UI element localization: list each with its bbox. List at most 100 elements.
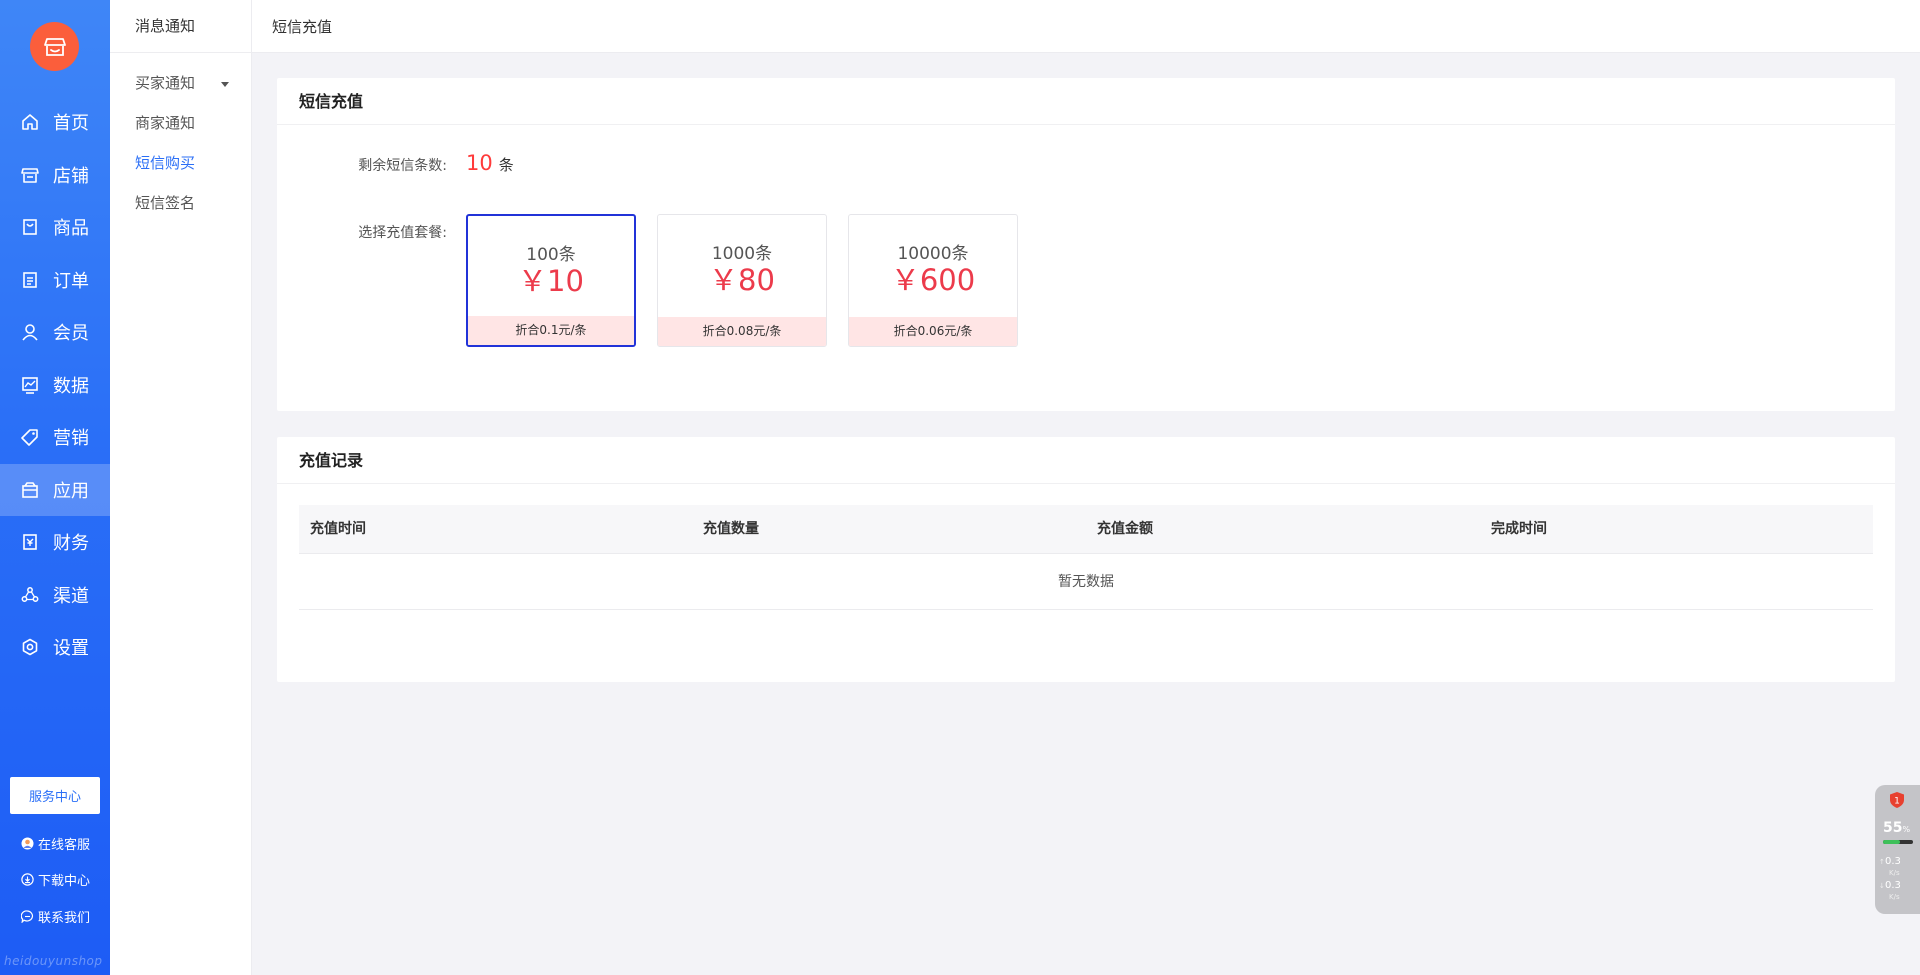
contact-us-label: 联系我们 (38, 911, 91, 926)
subnav-item-label: 短信购买 (135, 154, 196, 172)
brand-watermark: heidouyunshop (4, 954, 103, 968)
package-label: 选择充值套餐: (358, 225, 447, 241)
records-card-title: 充值记录 (277, 437, 1895, 484)
settings-icon (20, 637, 40, 657)
home-icon (20, 112, 40, 132)
network-monitor-widget[interactable]: 1 55% ↑0.3 K/s ↓0.3 K/s (1875, 785, 1920, 914)
nav-item-label: 首页 (53, 113, 89, 135)
nav-item-data[interactable]: 数据 (0, 359, 110, 412)
package-price: ￥10 (518, 264, 584, 298)
upload-speed-unit: K/s (1889, 869, 1900, 877)
store-icon (20, 165, 40, 185)
nav-item-label: 订单 (53, 270, 89, 292)
subnav-title: 消息通知 (110, 0, 251, 53)
data-icon (20, 375, 40, 395)
nav-item-label: 渠道 (53, 585, 89, 607)
subnav-item-sms-purchase[interactable]: 短信购买 (110, 143, 251, 183)
shield-badge: 1 (1894, 797, 1900, 807)
usage-bar-fill (1883, 840, 1900, 844)
order-icon (20, 270, 40, 290)
nav-item-label: 数据 (53, 375, 89, 397)
package-option-10000[interactable]: 10000条 ￥600 折合0.06元/条 (848, 214, 1018, 347)
package-unit-price: 折合0.08元/条 (658, 317, 826, 346)
remain-label: 剩余短信条数: (358, 158, 447, 174)
sms-recharge-card: 短信充值 剩余短信条数: 10 条 选择充值套餐: 100条 ￥10 折合0.1… (277, 78, 1895, 411)
goods-icon (20, 217, 40, 237)
subnav-item-label: 短信签名 (135, 194, 196, 212)
nav-item-order[interactable]: 订单 (0, 254, 110, 307)
package-price: ￥80 (709, 263, 775, 297)
nav-item-label: 营销 (53, 428, 89, 450)
download-center-link[interactable]: 下载中心 (20, 870, 90, 889)
remain-count: 10 (466, 151, 493, 175)
usage-percent-value: 55 (1883, 820, 1903, 836)
nav-item-label: 会员 (53, 323, 89, 345)
main-sidebar: 首页 店铺 商品 订单 会员 数据 营销 应用 财务 渠道 设置 服务中心 在线… (0, 0, 110, 975)
nav-item-finance[interactable]: 财务 (0, 516, 110, 569)
channel-icon (20, 585, 40, 605)
online-service-link[interactable]: 在线客服 (20, 834, 90, 853)
column-header: 充值数量 (703, 521, 759, 537)
main-nav-list: 首页 店铺 商品 订单 会员 数据 营销 应用 财务 渠道 设置 (0, 96, 110, 674)
subnav-item-buyer-notice[interactable]: 买家通知 (110, 63, 251, 103)
upload-speed-value: 0.3 (1885, 856, 1901, 867)
download-speed-unit: K/s (1889, 893, 1900, 901)
nav-item-member[interactable]: 会员 (0, 306, 110, 359)
subnav-item-sms-signature[interactable]: 短信签名 (110, 183, 251, 223)
remain-unit: 条 (498, 156, 514, 174)
subnav-item-label: 商家通知 (135, 114, 196, 132)
avatar-icon (20, 837, 34, 851)
nav-item-label: 店铺 (53, 165, 89, 187)
contact-us-link[interactable]: 联系我们 (20, 907, 90, 926)
store-logo-icon (43, 37, 66, 56)
shop-logo[interactable] (30, 22, 79, 71)
subnav-item-label: 买家通知 (135, 74, 196, 92)
subnav-item-merchant-notice[interactable]: 商家通知 (110, 103, 251, 143)
remain-value-group: 10 条 (466, 151, 514, 175)
nav-item-label: 设置 (53, 638, 89, 660)
tag-icon (20, 427, 40, 447)
download-icon (20, 873, 34, 887)
package-unit-price: 折合0.1元/条 (468, 316, 634, 345)
member-icon (20, 322, 40, 342)
shield-icon: 1 (1890, 792, 1904, 808)
page-header: 短信充值 (252, 0, 1920, 53)
nav-item-label: 应用 (53, 480, 89, 502)
column-header: 充值时间 (310, 521, 366, 537)
package-price: ￥600 (890, 263, 976, 297)
package-option-1000[interactable]: 1000条 ￥80 折合0.08元/条 (657, 214, 827, 347)
nav-item-label: 财务 (53, 533, 89, 555)
recharge-card-title: 短信充值 (277, 78, 1895, 125)
column-header: 完成时间 (1491, 521, 1547, 537)
nav-item-home[interactable]: 首页 (0, 96, 110, 149)
download-center-label: 下载中心 (38, 874, 91, 889)
table-header: 充值时间 充值数量 充值金额 完成时间 (299, 505, 1873, 554)
online-service-label: 在线客服 (38, 838, 91, 853)
usage-bar (1883, 840, 1913, 844)
records-table: 充值时间 充值数量 充值金额 完成时间 暂无数据 (299, 505, 1873, 610)
caret-down-icon (221, 82, 229, 87)
upload-speed: ↑0.3 K/s (1879, 856, 1901, 879)
usage-percent: 55% (1883, 820, 1910, 836)
secondary-sidebar: 消息通知 买家通知 商家通知 短信购买 短信签名 (110, 0, 252, 975)
download-speed: ↓0.3 K/s (1879, 880, 1901, 903)
nav-item-store[interactable]: 店铺 (0, 149, 110, 202)
package-option-100[interactable]: 100条 ￥10 折合0.1元/条 (466, 214, 636, 347)
nav-item-settings[interactable]: 设置 (0, 621, 110, 674)
finance-icon (20, 532, 40, 552)
nav-item-marketing[interactable]: 营销 (0, 411, 110, 464)
service-center-button[interactable]: 服务中心 (10, 777, 100, 814)
page-title: 短信充值 (272, 17, 333, 36)
download-speed-value: 0.3 (1885, 880, 1901, 891)
chat-bubble-icon (20, 910, 34, 924)
usage-percent-unit: % (1902, 825, 1911, 834)
empty-state: 暂无数据 (299, 554, 1873, 610)
nav-item-channel[interactable]: 渠道 (0, 569, 110, 622)
nav-item-goods[interactable]: 商品 (0, 201, 110, 254)
nav-item-label: 商品 (53, 218, 89, 240)
package-unit-price: 折合0.06元/条 (849, 317, 1017, 346)
recharge-records-card: 充值记录 充值时间 充值数量 充值金额 完成时间 暂无数据 (277, 437, 1895, 682)
column-header: 充值金额 (1097, 521, 1153, 537)
app-icon (20, 480, 40, 500)
nav-item-app[interactable]: 应用 (0, 463, 110, 516)
